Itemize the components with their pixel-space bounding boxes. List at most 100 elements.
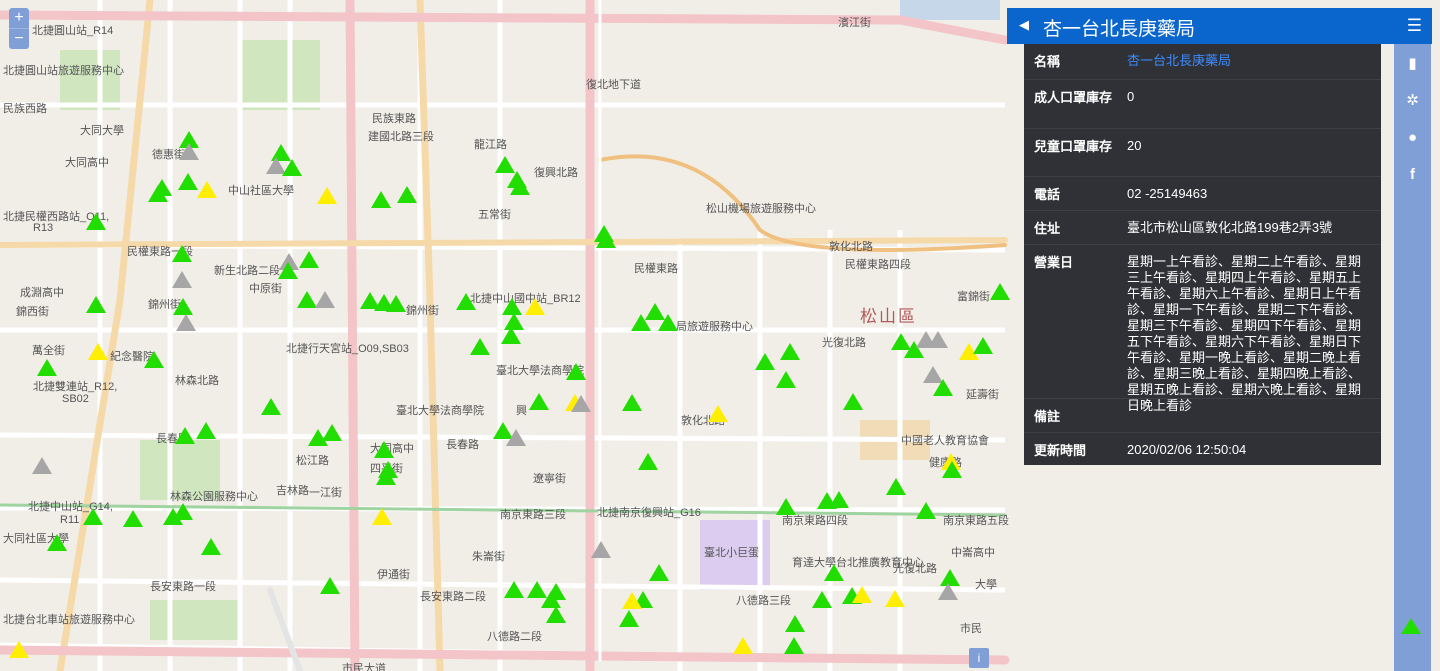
pharmacy-marker-green[interactable] [175,427,195,444]
pharmacy-marker-gray[interactable] [506,429,526,446]
book-icon[interactable]: ▮ [1394,52,1431,76]
pharmacy-marker-yellow[interactable] [372,508,392,525]
pharmacy-marker-green[interactable] [297,291,317,308]
pharmacy-marker-green[interactable] [843,393,863,410]
pharmacy-marker-yellow[interactable] [622,592,642,609]
sidebar-tab-rail: ▮ ✲ ● f [1394,44,1431,671]
pharmacy-marker-green[interactable] [504,581,524,598]
pharmacy-marker-green[interactable] [282,159,302,176]
map-label: 錦州街 [406,305,439,317]
map-label: 南京東路五段 [943,515,1009,527]
pharmacy-marker-green[interactable] [829,491,849,508]
pharmacy-marker-gray[interactable] [32,457,52,474]
pharmacy-marker-yellow[interactable] [708,405,728,422]
pharmacy-marker-yellow[interactable] [9,641,29,658]
pharmacy-marker-green[interactable] [371,191,391,208]
pharmacy-marker-green[interactable] [299,251,319,268]
pharmacy-marker-green[interactable] [456,293,476,310]
pharmacy-marker-green[interactable] [397,186,417,203]
pharmacy-marker-green[interactable] [173,503,193,520]
facebook-icon[interactable]: f [1394,163,1431,187]
pharmacy-marker-green[interactable] [37,359,57,376]
pharmacy-marker-green[interactable] [510,178,530,195]
pharmacy-marker-gray[interactable] [571,395,591,412]
pharmacy-marker-green[interactable] [173,298,193,315]
row-notes: 備註 [1024,399,1381,433]
pharmacy-name-link[interactable]: 杏一台北長庚藥局 [1127,53,1370,69]
pharmacy-marker-green[interactable] [622,394,642,411]
pharmacy-marker-green[interactable] [172,245,192,262]
pharmacy-marker-green[interactable] [785,615,805,632]
pharmacy-marker-green[interactable] [658,314,678,331]
pharmacy-marker-green[interactable] [886,478,906,495]
pharmacy-marker-green[interactable] [780,343,800,360]
zoom-in-button[interactable]: + [9,8,29,28]
github-icon[interactable]: ● [1394,126,1431,150]
pharmacy-marker-green[interactable] [649,564,669,581]
attribution-info-button[interactable]: i [969,648,989,668]
pharmacy-marker-green[interactable] [566,363,586,380]
menu-icon[interactable]: ☰ [1407,16,1422,36]
pharmacy-marker-gray[interactable] [172,271,192,288]
pharmacy-marker-green[interactable] [776,498,796,515]
pharmacy-marker-gray[interactable] [928,331,948,348]
pharmacy-marker-green[interactable] [148,185,168,202]
pharmacy-marker-green[interactable] [201,538,221,555]
map-label: R11 [60,514,80,526]
pharmacy-marker-green[interactable] [261,398,281,415]
scroll-top-icon[interactable] [1401,618,1421,634]
zoom-out-button[interactable]: − [9,28,29,49]
pharmacy-marker-green[interactable] [470,338,490,355]
row-value: 臺北市松山區敦化北路199巷2弄3號 [1127,220,1333,235]
pharmacy-marker-green[interactable] [990,283,1010,300]
pharmacy-marker-green[interactable] [501,327,521,344]
pharmacy-marker-green[interactable] [320,577,340,594]
pharmacy-marker-yellow[interactable] [885,590,905,607]
pharmacy-marker-green[interactable] [824,564,844,581]
pharmacy-marker-green[interactable] [942,461,962,478]
pharmacy-marker-green[interactable] [378,461,398,478]
back-icon[interactable]: ◀ [1019,17,1029,33]
pharmacy-marker-green[interactable] [755,353,775,370]
pharmacy-marker-green[interactable] [619,610,639,627]
pharmacy-marker-green[interactable] [47,534,67,551]
pharmacy-marker-green[interactable] [178,173,198,190]
pharmacy-marker-green[interactable] [812,591,832,608]
pharmacy-marker-green[interactable] [973,337,993,354]
pharmacy-marker-green[interactable] [123,510,143,527]
row-name: 名稱 杏一台北長庚藥局 [1024,44,1381,80]
pharmacy-marker-green[interactable] [196,422,216,439]
pharmacy-marker-green[interactable] [916,502,936,519]
pharmacy-marker-yellow[interactable] [733,637,753,654]
pharmacy-marker-green[interactable] [322,424,342,441]
gear-icon[interactable]: ✲ [1394,89,1431,113]
pharmacy-marker-yellow[interactable] [525,298,545,315]
pharmacy-marker-green[interactable] [529,393,549,410]
pharmacy-marker-green[interactable] [638,453,658,470]
pharmacy-marker-gray[interactable] [938,583,958,600]
pharmacy-marker-yellow[interactable] [88,343,108,360]
pharmacy-marker-gray[interactable] [591,541,611,558]
map-label: 局旅遊服務中心 [676,321,753,333]
pharmacy-marker-green[interactable] [278,262,298,279]
pharmacy-marker-green[interactable] [631,314,651,331]
pharmacy-marker-green[interactable] [933,379,953,396]
pharmacy-marker-green[interactable] [784,637,804,654]
pharmacy-marker-yellow[interactable] [852,586,872,603]
pharmacy-marker-green[interactable] [86,296,106,313]
pharmacy-marker-green[interactable] [86,213,106,230]
pharmacy-marker-green[interactable] [83,508,103,525]
pharmacy-marker-green[interactable] [546,606,566,623]
pharmacy-marker-yellow[interactable] [197,181,217,198]
pharmacy-marker-green[interactable] [374,441,394,458]
row-phone: 電話 02 -25149463 [1024,177,1381,211]
pharmacy-marker-green[interactable] [596,231,616,248]
pharmacy-marker-green[interactable] [144,351,164,368]
pharmacy-marker-green[interactable] [386,295,406,312]
pharmacy-marker-yellow[interactable] [317,187,337,204]
map-label: 松山機場旅遊服務中心 [706,203,816,215]
pharmacy-marker-gray[interactable] [179,143,199,160]
pharmacy-marker-gray[interactable] [315,291,335,308]
pharmacy-marker-gray[interactable] [176,314,196,331]
pharmacy-marker-green[interactable] [776,371,796,388]
